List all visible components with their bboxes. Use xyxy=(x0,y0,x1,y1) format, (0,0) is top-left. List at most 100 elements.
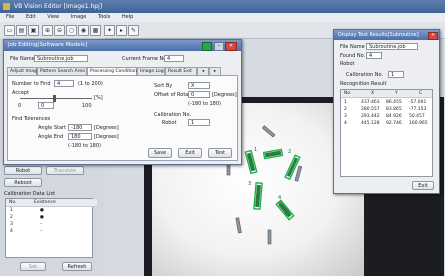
processing-condition-panel: Number to Find 4 (1 to 200) Accept [%] 0… xyxy=(7,75,238,161)
results-robot-label: Robot xyxy=(340,61,355,67)
cell-x: 445.128 xyxy=(361,121,380,126)
dialog-tabs: Adjust Image Pattern Search Area Process… xyxy=(7,67,239,76)
number-to-find-field[interactable]: 4 xyxy=(54,80,74,87)
recognition-result-table[interactable]: No. X Y C 1 437.463 86.455 -57.001 2 280… xyxy=(340,89,433,177)
minimize-icon[interactable]: – xyxy=(214,42,224,51)
accept-min: 0 xyxy=(18,103,22,109)
table-row[interactable]: 2 ● xyxy=(6,214,97,221)
cell-no: 2 xyxy=(344,107,347,112)
current-frame-field[interactable]: 4 xyxy=(164,55,184,62)
cell-x: 280.557 xyxy=(361,107,380,112)
table-row[interactable]: 3– xyxy=(6,221,97,228)
results-title-bar: Display Test Results[Subroutine] xyxy=(334,30,439,40)
grid-icon[interactable]: ▦ xyxy=(90,25,101,36)
save-button[interactable]: Save xyxy=(148,148,172,158)
set-button[interactable]: Set xyxy=(20,262,46,271)
calibration-data-list[interactable]: No. Existence 1 ● 2 ● 3– 4– xyxy=(5,198,97,258)
offset-rotation-field[interactable]: 0 xyxy=(188,91,210,98)
tab-scroll-left-icon[interactable]: ◂ xyxy=(197,67,209,75)
results-calibration-field: 1 xyxy=(388,71,404,78)
test-results-window: Display Test Results[Subroutine] ✕ File … xyxy=(333,29,440,194)
status-icon xyxy=(202,42,212,51)
table-row[interactable]: 1 437.463 86.455 -57.001 xyxy=(341,99,432,106)
cell-x: 437.463 xyxy=(361,100,380,105)
tab-pattern-search-area[interactable]: Pattern Search Area xyxy=(37,67,87,75)
calib-existence: ● xyxy=(40,208,44,213)
screw xyxy=(267,229,272,245)
calib-no: 1 xyxy=(10,208,13,213)
col-x: X xyxy=(371,91,375,96)
number-to-find-label: Number to Find xyxy=(12,81,51,87)
results-exit-button[interactable]: Exit xyxy=(412,181,434,190)
results-file-name-field: Subroutine.job xyxy=(366,43,418,50)
accept-field[interactable]: 0 xyxy=(38,102,54,109)
angle-end-label: Angle End xyxy=(38,134,64,140)
cell-no: 1 xyxy=(344,100,347,105)
test-button[interactable]: Test xyxy=(208,148,232,158)
angle-end-field[interactable]: 180 xyxy=(68,133,92,140)
cell-c: 50.457 xyxy=(409,114,425,119)
table-row[interactable]: 1 ● xyxy=(6,207,97,214)
number-to-find-range: (1 to 200) xyxy=(78,81,103,87)
menu-file[interactable]: File xyxy=(6,14,14,20)
refresh-button[interactable]: Refresh xyxy=(62,262,92,271)
table-row[interactable]: 2 280.557 83.865 -77.153 xyxy=(341,106,432,113)
angle-end-unit: [Degrees] xyxy=(94,134,119,140)
col-c: C xyxy=(419,91,423,96)
calib-no: 2 xyxy=(10,215,13,220)
found-no-field: 4 xyxy=(366,52,382,59)
tab-adjust-image[interactable]: Adjust Image xyxy=(7,67,40,75)
robot-label: Robot xyxy=(162,120,177,126)
exit-button[interactable]: Exit xyxy=(178,148,202,158)
new-file-icon[interactable]: ▭ xyxy=(4,25,15,36)
table-row[interactable]: 4– xyxy=(6,228,97,235)
main-window-title: VB Vision Editor [Image1.hpj] xyxy=(14,3,103,10)
accept-slider-track[interactable] xyxy=(20,98,92,99)
edit-icon[interactable]: ✎ xyxy=(128,25,139,36)
table-row[interactable]: 4 445.128 92.746 160.965 xyxy=(341,120,432,127)
accept-label: Accept xyxy=(12,90,30,96)
menu-help[interactable]: Help xyxy=(122,14,133,20)
menu-view[interactable]: View xyxy=(47,14,59,20)
close-icon[interactable]: ✕ xyxy=(225,42,237,51)
sort-by-select[interactable]: X xyxy=(188,82,210,89)
tab-image-log[interactable]: Image Log xyxy=(137,67,165,75)
calib-existence: – xyxy=(40,229,43,234)
menu-tools[interactable]: Tools xyxy=(98,14,110,20)
settings-icon[interactable]: ✦ xyxy=(104,25,115,36)
calib-col-existence: Existence xyxy=(34,200,56,205)
menu-edit[interactable]: Edit xyxy=(26,14,36,20)
camera-icon[interactable]: ◉ xyxy=(78,25,89,36)
table-row[interactable]: 3 293.442 84.926 50.457 xyxy=(341,113,432,120)
cell-c: 160.965 xyxy=(409,121,428,126)
robot-button[interactable]: Robot xyxy=(4,166,42,175)
search-icon[interactable]: ○ xyxy=(66,25,77,36)
menu-image[interactable]: Image xyxy=(71,14,87,20)
translate-button[interactable]: Translate xyxy=(46,166,84,175)
cell-y: 83.865 xyxy=(386,107,402,112)
run-icon[interactable]: ▸ xyxy=(116,25,127,36)
close-icon[interactable]: ✕ xyxy=(428,32,438,40)
job-editing-dialog: Job Editing[Software Models] – ✕ File Na… xyxy=(3,39,242,165)
tab-scroll-right-icon[interactable]: ▸ xyxy=(209,67,221,75)
angle-start-field[interactable]: -180 xyxy=(68,124,92,131)
open-folder-icon[interactable]: ▤ xyxy=(16,25,27,36)
accept-slider-thumb[interactable] xyxy=(53,95,56,102)
file-name-field[interactable]: Subroutine.job xyxy=(34,55,88,62)
accept-unit: [%] xyxy=(94,95,103,101)
angle-range: (-180 to 180) xyxy=(68,143,101,149)
reboot-button[interactable]: Reboot xyxy=(4,178,42,187)
zoom-in-icon[interactable]: ⊕ xyxy=(42,25,53,36)
robot-select[interactable]: 1 xyxy=(188,119,210,126)
screw xyxy=(294,165,303,182)
tab-result-exit[interactable]: Result Exit xyxy=(165,67,197,75)
offset-rotation-range: (-180 to 180) xyxy=(188,101,221,107)
find-tolerances-label: Find Tolerances xyxy=(12,116,51,122)
save-icon[interactable]: ▣ xyxy=(28,25,39,36)
cell-no: 3 xyxy=(344,114,347,119)
angle-start-unit: [Degrees] xyxy=(94,125,119,131)
dialog-title: Job Editing[Software Models] xyxy=(8,42,88,48)
cell-c: -77.153 xyxy=(409,107,427,112)
sort-by-label: Sort By xyxy=(154,83,173,89)
zoom-out-icon[interactable]: ⊖ xyxy=(54,25,65,36)
